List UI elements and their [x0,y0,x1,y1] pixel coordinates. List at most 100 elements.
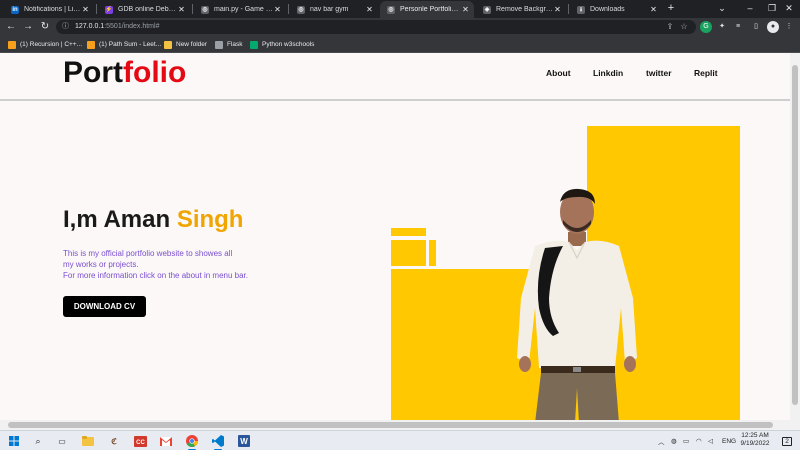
info-icon[interactable]: ⓘ [62,20,72,34]
media-control-icon[interactable]: ≡ [732,21,744,33]
decor-yellow-block [391,240,426,266]
language-indicator[interactable]: ENG [722,431,736,450]
download-icon: ⭳ [577,5,585,14]
profile-photo [517,188,637,423]
folder-icon [164,40,172,49]
notification-center-icon[interactable]: 2 [780,431,794,450]
tab-title: GDB online Debugger [118,6,177,13]
tab-search-icon[interactable]: ⌄ [708,0,736,18]
hero-heading: I,m Aman Singh [63,206,244,233]
bookmark-path-sum[interactable]: (1) Path Sum - Leet... [87,39,161,50]
bookmark-new-folder[interactable]: New folder [164,39,207,50]
tab-divider [288,4,289,14]
browser-tab-strip: in Notifications | LinkedIn ✕ ⚡ GDB onli… [0,0,800,18]
close-icon[interactable]: ✕ [177,5,186,14]
decor-yellow-bar [391,228,426,236]
page-viewport: Portfolio About Linkdin twitter Replit I… [0,53,800,430]
removebg-icon: ◈ [483,5,491,14]
share-icon[interactable]: ⇪ [664,20,676,34]
windows-start-icon[interactable] [6,433,22,449]
back-icon[interactable]: ← [4,20,18,34]
bookmark-label: New folder [176,41,208,48]
codechef-icon[interactable]: ℭ [106,433,122,449]
close-icon[interactable]: ✕ [461,5,470,14]
tab-replit-main[interactable]: ◎ main.py - Game rock ✕ [194,1,286,18]
close-icon[interactable]: ✕ [553,5,562,14]
site-logo[interactable]: Portfolio [63,56,186,90]
close-icon[interactable]: ✕ [365,5,374,14]
system-clock[interactable]: 12:25 AM 9/19/2022 [736,432,774,448]
nav-twitter-link[interactable]: twitter [646,68,672,78]
wifi-icon[interactable]: ◠ [696,431,702,450]
bookmark-label: (1) Recursion | C++... [20,41,83,48]
tab-title: Downloads [590,6,625,13]
browser-toolbar: ← → ↻ ⓘ 127.0.0.1:5501/index.html# ⇪ ☆ G… [0,18,800,36]
meet-now-icon[interactable]: ◍ [671,431,677,450]
replit-icon: ◎ [201,5,209,14]
w3schools-icon [250,40,258,49]
vertical-scrollbar[interactable] [790,53,800,430]
side-panel-icon[interactable]: ▯ [750,21,762,33]
tab-nav-bar-gym[interactable]: ◎ nav bar gym ✕ [290,1,378,18]
bookmark-recursion[interactable]: (1) Recursion | C++... [8,39,82,50]
bookmark-label: Python w3schools [262,41,315,48]
bookmark-w3schools[interactable]: Python w3schools [250,39,314,50]
bookmarks-bar: (1) Recursion | C++... (1) Path Sum - Le… [0,36,800,53]
tab-title: main.py - Game rock [214,6,273,13]
tab-divider [192,4,193,14]
task-view-icon[interactable]: ▭ [54,433,70,449]
cc-icon[interactable]: CC [132,433,148,449]
battery-icon[interactable]: ▭ [683,431,689,450]
nav-linkedin-link[interactable]: Linkdin [593,68,623,78]
new-tab-button[interactable]: + [664,1,678,17]
tab-remove-background[interactable]: ◈ Remove Background ✕ [476,1,566,18]
bookmark-flask[interactable]: Flask [215,39,243,50]
file-explorer-icon[interactable] [80,433,96,449]
tab-title: Remove Background [496,6,553,13]
tab-divider [96,4,97,14]
svg-text:CC: CC [136,440,145,446]
download-cv-button[interactable]: DOWNLOAD CV [63,296,146,317]
globe-icon: ◎ [387,5,395,14]
linkedin-icon: in [11,5,19,14]
show-hidden-icons-icon[interactable]: ︿ [658,431,665,450]
nav-about-link[interactable]: About [546,68,571,78]
tab-downloads[interactable]: ⭳ Downloads ✕ [570,1,662,18]
chrome-icon[interactable] [184,433,200,450]
url-text[interactable]: 127.0.0.1:5501/index.html# [75,20,159,34]
leetcode-icon [87,40,95,49]
gmail-icon[interactable] [158,433,174,449]
search-icon[interactable]: ⌕ [30,433,46,449]
horizontal-scrollbar[interactable] [0,420,790,430]
svg-text:W: W [240,437,248,446]
volume-icon[interactable]: ◁ [708,431,713,450]
vscode-icon[interactable] [210,433,226,450]
hero-description: This is my official portfolio website to… [63,249,248,280]
menu-kebab-icon[interactable]: ⋮ [783,21,795,33]
flask-icon [215,40,223,49]
bookmark-star-icon[interactable]: ☆ [678,20,690,34]
tab-title: Notifications | LinkedIn [24,6,81,13]
close-window-icon[interactable]: ✕ [778,0,800,18]
tab-linkedin[interactable]: in Notifications | LinkedIn ✕ [4,1,94,18]
gdb-icon: ⚡ [105,5,113,14]
nav-replit-link[interactable]: Replit [694,68,718,78]
tab-title: Personle Portfolio web [400,6,461,13]
close-icon[interactable]: ✕ [81,5,90,14]
word-icon[interactable]: W [236,433,252,449]
windows-taskbar: ⌕ ▭ ℭ CC W ︿ ◍ ▭ ◠ ◁ ENG 12:25 AM 9/19/2… [0,430,800,450]
tab-gdb[interactable]: ⚡ GDB online Debugger ✕ [98,1,190,18]
decor-yellow-strip [429,240,436,266]
forward-icon[interactable]: → [21,20,35,34]
close-icon[interactable]: ✕ [649,5,658,14]
profile-avatar-icon[interactable]: ● [767,21,779,33]
leetcode-icon [8,40,16,49]
tab-divider [568,4,569,14]
close-icon[interactable]: ✕ [273,5,282,14]
globe-icon: ◎ [297,5,305,14]
extensions-puzzle-icon[interactable]: ✦ [716,21,728,33]
address-bar[interactable]: ⓘ 127.0.0.1:5501/index.html# ⇪ ☆ [56,20,696,34]
tab-portfolio[interactable]: ◎ Personle Portfolio web ✕ [380,1,474,18]
grammarly-extension-icon[interactable]: G [700,21,712,33]
reload-icon[interactable]: ↻ [38,20,52,34]
